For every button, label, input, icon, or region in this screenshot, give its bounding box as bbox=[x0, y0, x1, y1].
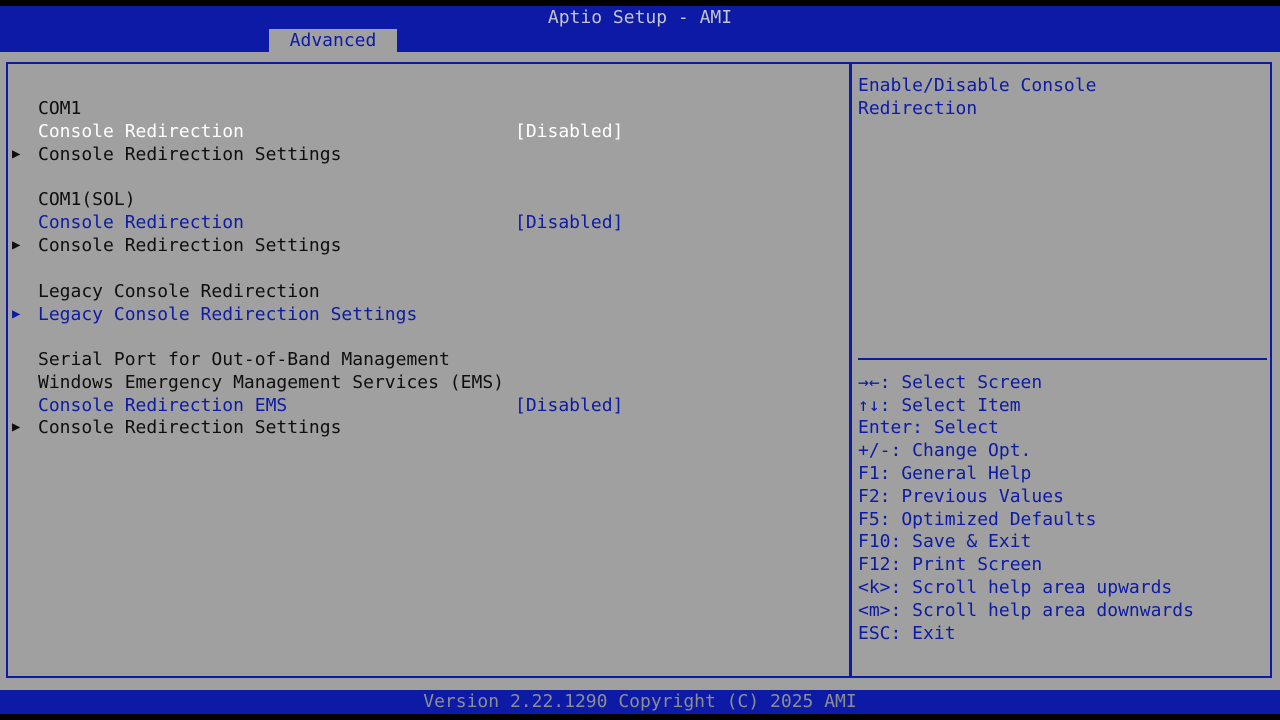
key-legend-item: +/-: Change Opt. bbox=[858, 440, 1032, 461]
help-description-line: Enable/Disable Console bbox=[858, 75, 1097, 96]
key-legend-item: →←: Select Screen bbox=[858, 372, 1043, 393]
key-legend-item: F12: Print Screen bbox=[858, 554, 1043, 575]
com1-console-redirection-value[interactable]: [Disabled] bbox=[515, 120, 623, 143]
com1-settings-label: Console Redirection Settings bbox=[38, 144, 342, 165]
panel-divider bbox=[849, 62, 852, 678]
key-legend-item: Enter: Select bbox=[858, 417, 999, 438]
key-legend-item: F10: Save & Exit bbox=[858, 531, 1032, 552]
key-legend-item: <k>: Scroll help area upwards bbox=[858, 577, 1173, 598]
key-legend-item: F5: Optimized Defaults bbox=[858, 509, 1097, 530]
ems-heading-serial-port: Serial Port for Out-of-Band Management bbox=[38, 349, 450, 370]
key-legend-item: <m>: Scroll help area downwards bbox=[858, 600, 1194, 621]
app-title: Aptio Setup - AMI bbox=[547, 7, 733, 28]
ems-heading-windows: Windows Emergency Management Services (E… bbox=[38, 372, 504, 393]
submenu-arrow-icon: ▶ bbox=[12, 237, 21, 253]
help-divider bbox=[858, 358, 1267, 360]
com1-sol-console-redirection-label: Console Redirection bbox=[38, 212, 244, 233]
version-footer: Version 2.22.1290 Copyright (C) 2025 AMI bbox=[0, 690, 1280, 714]
submenu-arrow-icon: ▶ bbox=[12, 419, 21, 435]
com1-console-redirection-label: Console Redirection bbox=[38, 121, 244, 142]
com1-sol-console-redirection-value[interactable]: [Disabled] bbox=[515, 211, 623, 234]
submenu-arrow-icon: ▶ bbox=[12, 146, 21, 162]
help-description-line: Redirection bbox=[858, 98, 978, 119]
ems-settings-label: Console Redirection Settings bbox=[38, 417, 342, 438]
key-legend-item: ESC: Exit bbox=[858, 623, 956, 644]
ems-console-redirection-value[interactable]: [Disabled] bbox=[515, 394, 623, 417]
tab-advanced[interactable]: Advanced bbox=[269, 29, 397, 52]
submenu-arrow-icon: ▶ bbox=[12, 306, 21, 322]
com1-heading: COM1 bbox=[38, 98, 82, 119]
legacy-settings-label: Legacy Console Redirection Settings bbox=[38, 304, 418, 325]
key-legend-item: ↑↓: Select Item bbox=[858, 395, 1021, 416]
com1-sol-heading: COM1(SOL) bbox=[38, 189, 136, 210]
ems-console-redirection-label: Console Redirection EMS bbox=[38, 395, 288, 416]
key-legend-item: F2: Previous Values bbox=[858, 486, 1064, 507]
legacy-heading: Legacy Console Redirection bbox=[38, 281, 320, 302]
key-legend-item: F1: General Help bbox=[858, 463, 1032, 484]
com1-sol-settings-label: Console Redirection Settings bbox=[38, 235, 342, 256]
